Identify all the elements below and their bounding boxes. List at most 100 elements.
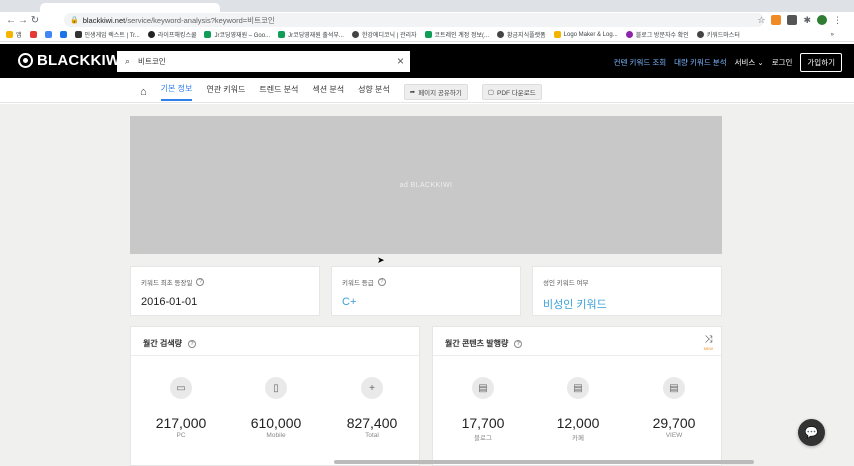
bookmark-item[interactable]	[44, 31, 52, 38]
chat-icon[interactable]: 💬	[798, 419, 825, 446]
clear-icon[interactable]: ×	[397, 54, 404, 68]
monthly-search-panel: 월간 검색량? ▭ 217,000 PC ▯ 610,000 Mobile + …	[130, 326, 420, 466]
stat-caption: VIEW	[665, 432, 683, 439]
pdf-icon: ▢	[487, 89, 495, 96]
puzzle-icon[interactable]: ✱	[803, 15, 811, 26]
bookmark-item[interactable]	[29, 31, 37, 38]
help-icon[interactable]: ?	[196, 278, 205, 286]
divider	[433, 355, 721, 356]
stat-caption: 블로그	[474, 435, 492, 442]
analysis-tab-nav: ⌂ 기본 정보 연관 키워드 트렌드 분석 섹션 분석 성향 분석 ➦ 페이지 공…	[0, 78, 854, 103]
pdf-download-button[interactable]: ▢ PDF 다운로드	[481, 84, 542, 100]
mobile-icon: ▯	[265, 377, 287, 399]
menu-icon[interactable]: ⋮	[833, 15, 842, 26]
search-value: 비트코인	[138, 57, 166, 66]
document-icon: ▤	[567, 377, 589, 399]
total-search-volume: 827,400	[346, 415, 398, 431]
main-content: ad BLACKKIWI 키워드 최초 등장일? 2016-01-01 키워드 …	[0, 104, 854, 466]
mobile-search-stat: ▯ 610,000 Mobile	[231, 377, 321, 439]
browser-tabstrip	[0, 0, 854, 12]
bookmark-item[interactable]: 황금지식플랫폼	[497, 30, 546, 39]
forward-icon[interactable]: →	[17, 13, 29, 27]
reload-icon[interactable]: ↻	[29, 13, 41, 27]
header-links: 컨텐 키워드 조회 대량 키워드 분석 서비스 ⌄ 로그인 가입하기	[614, 53, 842, 72]
extension-icon[interactable]	[771, 15, 782, 25]
bookmark-item[interactable]: 코트레인 계정 정보(...	[424, 30, 489, 39]
site-header: BLACKKIWI ⌕ 비트코인 × 컨텐 키워드 조회 대량 키워드 분석 서…	[0, 44, 854, 78]
kiwi-logo-icon	[18, 53, 33, 68]
first-appearance-date: 2016-01-01	[141, 296, 198, 308]
tab-related-keywords[interactable]: 연관 키워드	[206, 84, 245, 100]
help-icon[interactable]: ?	[188, 339, 197, 348]
new-badge: NEW	[703, 346, 713, 351]
panel-title: 월간 콘텐츠 발행량	[445, 339, 509, 348]
shuffle-icon[interactable]: ⤨ NEW	[704, 335, 713, 353]
pc-search-volume: 217,000	[155, 415, 207, 431]
bookmarks-more[interactable]: »	[831, 32, 834, 38]
stat-caption: 카페	[572, 435, 584, 442]
logo[interactable]: BLACKKIWI	[18, 52, 125, 69]
home-icon[interactable]: ⌂	[140, 86, 147, 98]
share-page-button[interactable]: ➦ 페이지 공유하기	[403, 84, 468, 100]
keyword-grade: C+	[342, 296, 357, 308]
card-label: 키워드 최초 등장일	[141, 280, 193, 287]
first-appearance-card: 키워드 최초 등장일? 2016-01-01	[130, 266, 320, 316]
horizontal-scrollbar[interactable]	[334, 460, 754, 464]
bookmark-item[interactable]: Jr코딩영재원 출석부...	[278, 30, 344, 39]
profile-avatar[interactable]	[817, 15, 827, 25]
view-content-volume: 29,700	[652, 415, 696, 431]
bulk-keyword-link[interactable]: 대량 키워드 분석	[674, 57, 726, 68]
adult-keyword-card: 성인 키워드 여부 비성인 키워드	[532, 266, 722, 316]
browser-toolbar: ← → ↻ 🔒 blackkiwi.net/service/keyword-an…	[0, 12, 854, 28]
plus-icon: +	[361, 377, 383, 399]
stat-caption: Mobile	[266, 432, 286, 439]
share-icon: ➦	[409, 89, 416, 96]
star-icon[interactable]: ☆	[757, 15, 765, 26]
login-link[interactable]: 로그인	[772, 57, 793, 68]
url-domain: blackkiwi.net	[82, 15, 126, 25]
services-menu[interactable]: 서비스 ⌄	[735, 57, 764, 68]
tab-basic-info[interactable]: 기본 정보	[160, 83, 193, 101]
join-button[interactable]: 가입하기	[800, 53, 842, 72]
ad-banner[interactable]: ad BLACKKIWI	[130, 116, 722, 254]
document-icon: ▤	[663, 377, 685, 399]
tab-trend-analysis[interactable]: 트렌드 분석	[259, 84, 298, 100]
bookmark-item[interactable]: Logo Maker & Log...	[553, 31, 618, 38]
bookmark-item[interactable]: 앱	[6, 30, 22, 39]
bookmark-item[interactable]: 라이프해킹스쿨	[147, 30, 196, 39]
bookmarks-bar: 앱 인생게임 렉스트 | Tr... 라이프해킹스쿨 Jr코딩영재원 – Goo…	[0, 28, 854, 42]
help-icon[interactable]: ?	[514, 339, 523, 348]
bookmark-item[interactable]	[59, 31, 67, 38]
divider	[131, 355, 419, 356]
total-search-stat: + 827,400 Total	[327, 377, 417, 439]
lock-icon: 🔒	[70, 17, 79, 24]
mobile-search-volume: 610,000	[250, 415, 302, 431]
card-label: 성인 키워드 여부	[543, 280, 589, 287]
back-icon[interactable]: ←	[5, 13, 17, 27]
bookmark-item[interactable]: 키워드마스터	[696, 30, 740, 39]
content-keyword-link[interactable]: 컨텐 키워드 조회	[614, 57, 666, 68]
panel-title: 월간 검색량	[143, 339, 183, 348]
logo-text: BLACKKIWI	[37, 52, 125, 69]
tab-tendency-analysis[interactable]: 성향 분석	[358, 84, 390, 100]
blog-content-volume: 17,700	[461, 415, 505, 431]
bookmark-item[interactable]: 인생게임 렉스트 | Tr...	[74, 30, 140, 39]
address-bar[interactable]: 🔒 blackkiwi.net/service/keyword-analysis…	[64, 13, 764, 27]
document-icon: ▤	[472, 377, 494, 399]
keyword-search-input[interactable]: ⌕ 비트코인 ×	[117, 51, 410, 72]
bookmark-item[interactable]: 블로그 방문자수 확인	[625, 30, 689, 39]
search-icon: ⌕	[125, 56, 131, 66]
monthly-content-panel: 월간 콘텐츠 발행량? ⤨ NEW ▤ 17,700 블로그 ▤ 12,000 카…	[432, 326, 722, 466]
bookmark-item[interactable]: 한강에디코닉 | 관리자	[351, 30, 417, 39]
extension-icons: ☆ ✱ ⋮	[757, 13, 842, 27]
tab-section-analysis[interactable]: 섹션 분석	[312, 84, 344, 100]
cafe-content-stat: ▤ 12,000 카페	[533, 377, 623, 442]
stat-caption: PC	[176, 432, 186, 439]
url-path: /service/keyword-analysis?keyword=비트코인	[125, 15, 275, 25]
help-icon[interactable]: ?	[377, 278, 386, 286]
blog-content-stat: ▤ 17,700 블로그	[438, 377, 528, 442]
extension-icon[interactable]	[787, 15, 798, 25]
bookmark-item[interactable]: Jr코딩영재원 – Goo...	[204, 30, 270, 39]
pc-search-stat: ▭ 217,000 PC	[136, 377, 226, 439]
browser-tab[interactable]	[40, 3, 220, 12]
